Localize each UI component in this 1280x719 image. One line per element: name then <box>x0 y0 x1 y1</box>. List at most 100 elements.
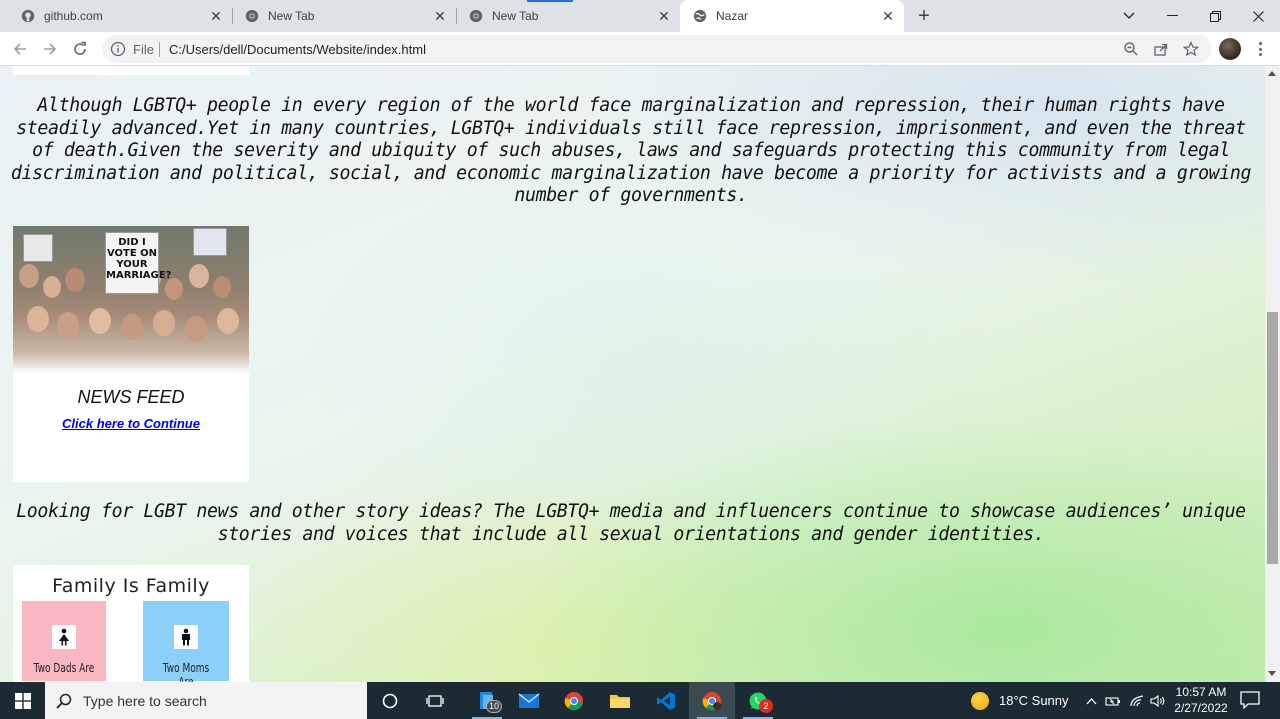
protest-sign: DID I VOTE ON YOUR MARRIAGE? <box>105 232 171 294</box>
wifi-icon <box>1130 695 1144 707</box>
clock-time: 10:57 AM <box>1175 685 1227 699</box>
intro-paragraph: Although LGBTQ+ people in every region o… <box>10 95 1252 206</box>
family-card: Family Is Family Two Dads Are Two Moms A… <box>13 565 249 682</box>
url-text[interactable]: C:/Users/dell/Documents/Website/index.ht… <box>169 42 426 57</box>
reload-button[interactable] <box>68 37 92 61</box>
restore-button[interactable] <box>1193 0 1237 32</box>
close-icon <box>1252 10 1264 22</box>
browser-toolbar: File C:/Users/dell/Documents/Website/ind… <box>0 32 1280 66</box>
previous-card <box>13 66 249 75</box>
reload-icon <box>74 41 86 55</box>
address-bar[interactable]: File C:/Users/dell/Documents/Website/ind… <box>102 35 1212 63</box>
sun-icon[interactable] <box>971 692 989 710</box>
chevron-up-icon <box>1086 697 1096 704</box>
taskbar-search[interactable]: Type here to search <box>45 682 367 719</box>
close-tab-icon[interactable]: ✕ <box>656 8 672 24</box>
taskbar-mail[interactable] <box>506 682 552 719</box>
tab-title: New Tab <box>492 9 539 23</box>
battery-button[interactable] <box>1104 692 1122 710</box>
tab-new-tab-2[interactable]: New Tab ✕ <box>456 0 680 32</box>
profile-avatar[interactable] <box>1219 38 1241 60</box>
windows-logo-icon <box>14 692 31 709</box>
chevron-down-icon <box>1123 12 1135 19</box>
search-icon <box>56 693 72 709</box>
close-tab-icon[interactable]: ✕ <box>880 8 896 24</box>
chrome-icon <box>244 8 260 24</box>
tab-title: github.com <box>44 9 103 23</box>
weather-text[interactable]: 18°C Sunny <box>999 693 1069 708</box>
notification-icon[interactable] <box>1240 691 1260 709</box>
start-button[interactable] <box>0 682 45 719</box>
two-dads-caption: Two Dads Are <box>33 661 95 675</box>
scroll-thumb[interactable] <box>1267 312 1278 564</box>
globe-icon <box>692 8 708 24</box>
tab-title: Nazar <box>716 9 749 23</box>
task-view-icon <box>426 694 444 707</box>
volume-button[interactable] <box>1149 692 1167 710</box>
task-view-button[interactable] <box>412 682 458 719</box>
arrow-right-icon <box>44 43 57 55</box>
minimize-button[interactable] <box>1150 0 1194 32</box>
cortana-icon <box>382 693 398 708</box>
share-icon[interactable] <box>1153 41 1169 57</box>
scheme-label: File <box>133 42 154 57</box>
scroll-up-icon[interactable] <box>1268 71 1276 76</box>
news-feed-title: NEWS FEED <box>77 387 185 407</box>
vscode-icon <box>657 691 675 710</box>
taskbar-whatsapp[interactable]: 2 <box>735 682 781 719</box>
windows-taskbar: Type here to search 10 2 18°C Sunny 10:5… <box>0 682 1280 719</box>
taskbar-file-explorer[interactable] <box>597 682 643 719</box>
scroll-down-icon[interactable] <box>1268 671 1276 676</box>
close-tab-icon[interactable]: ✕ <box>208 8 224 24</box>
cortana-button[interactable] <box>367 682 413 719</box>
two-moms-caption: Two Moms Are <box>162 661 210 682</box>
tab-nazar[interactable]: Nazar ✕ <box>680 0 904 32</box>
page-scrollbar[interactable] <box>1265 66 1280 682</box>
page-viewport: Although LGBTQ+ people in every region o… <box>0 66 1265 682</box>
speaker-icon <box>1150 694 1165 708</box>
tab-strip: github.com ✕ New Tab ✕ New Tab ✕ Nazar ✕… <box>0 0 1280 32</box>
taskbar-file-app[interactable]: 10 <box>464 682 510 719</box>
close-window-button[interactable] <box>1236 0 1280 32</box>
tray-overflow-button[interactable] <box>1084 692 1098 710</box>
close-tab-icon[interactable]: ✕ <box>432 8 448 24</box>
github-icon <box>20 8 36 24</box>
chrome-icon <box>564 691 583 710</box>
news-feed-card: DID I VOTE ON YOUR MARRIAGE? NEWS FEED C… <box>13 226 249 482</box>
arrow-left-icon <box>13 43 26 55</box>
taskbar-chrome-active[interactable] <box>689 682 735 719</box>
back-button[interactable] <box>8 37 32 61</box>
tab-title: New Tab <box>268 9 315 23</box>
forward-button[interactable] <box>38 37 62 61</box>
star-icon[interactable] <box>1183 41 1199 57</box>
chrome-profile-icon <box>702 691 721 710</box>
restore-icon <box>1209 10 1221 22</box>
address-divider <box>159 42 160 57</box>
more-menu-icon[interactable] <box>1252 40 1268 58</box>
protest-crowd-image: DID I VOTE ON YOUR MARRIAGE? <box>13 226 249 374</box>
tab-search-button[interactable] <box>1107 0 1151 32</box>
taskbar-vscode[interactable] <box>643 682 689 719</box>
app-badge: 10 <box>485 700 502 713</box>
folder-icon <box>610 694 630 708</box>
system-clock[interactable]: 10:57 AM 2/27/2022 <box>1168 684 1234 716</box>
tab-github[interactable]: github.com ✕ <box>8 0 232 32</box>
wifi-button[interactable] <box>1128 692 1146 710</box>
continue-link[interactable]: Click here to Continue <box>13 416 249 431</box>
family-card-title: Family Is Family <box>52 575 210 597</box>
tab-new-tab-1[interactable]: New Tab ✕ <box>232 0 456 32</box>
woman-icon <box>52 625 76 649</box>
mail-icon <box>518 692 540 708</box>
taskbar-chrome[interactable] <box>551 682 597 719</box>
whatsapp-badge: 2 <box>759 699 773 713</box>
clock-date: 2/27/2022 <box>1174 701 1228 715</box>
man-icon <box>174 625 198 649</box>
zoom-icon[interactable] <box>1123 41 1139 57</box>
battery-icon <box>1105 696 1120 706</box>
two-dads-panel: Two Dads Are <box>22 601 106 681</box>
search-placeholder: Type here to search <box>83 693 207 709</box>
new-tab-button[interactable]: + <box>914 6 934 26</box>
news-paragraph: Looking for LGBT news and other story id… <box>16 501 1246 545</box>
info-icon[interactable] <box>110 41 126 57</box>
two-moms-panel: Two Moms Are <box>143 601 229 682</box>
